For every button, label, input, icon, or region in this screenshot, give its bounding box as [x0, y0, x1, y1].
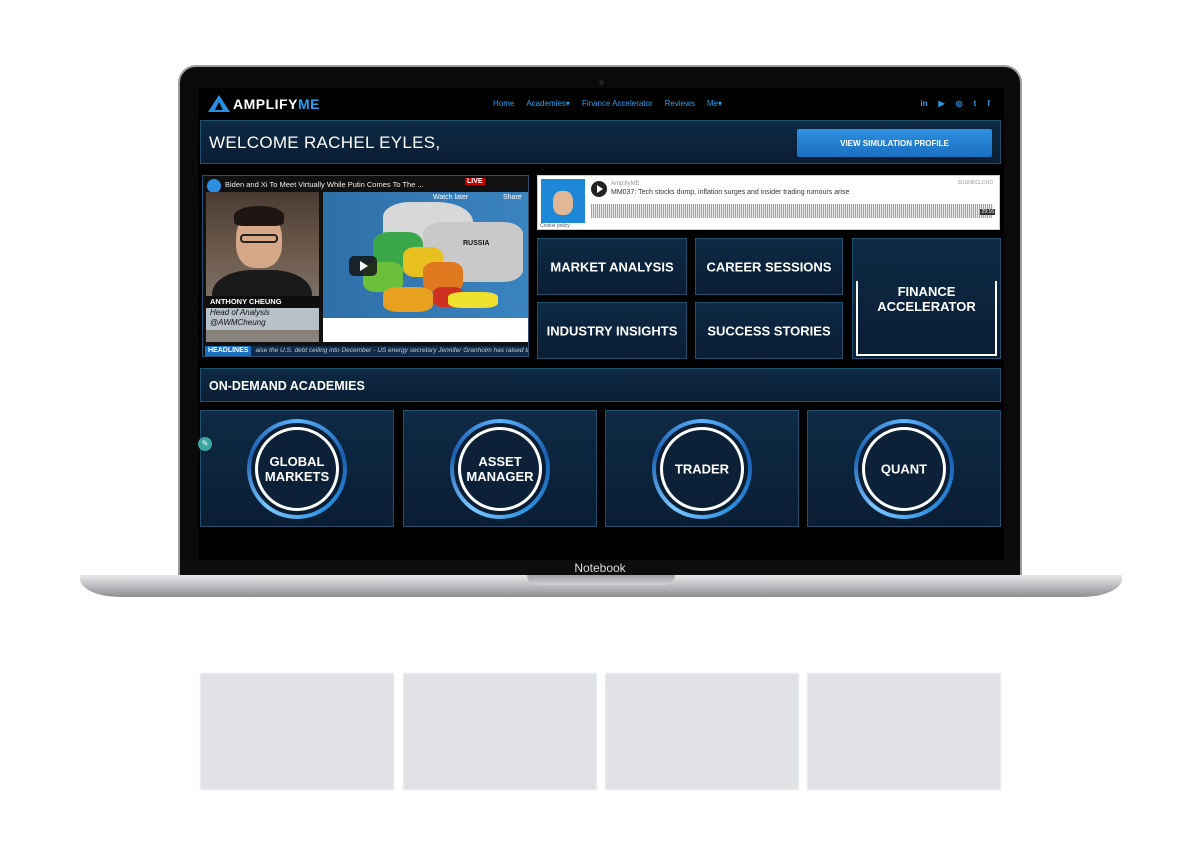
podcast-user[interactable]: AmplifyME	[611, 181, 640, 187]
tile-career-sessions[interactable]: CAREER SESSIONS	[695, 238, 843, 295]
laptop-chin: Notebook	[180, 560, 1020, 576]
academy-quant[interactable]: QUANT	[807, 410, 1001, 527]
video-title[interactable]: Biden and Xi To Meet Virtually While Put…	[225, 180, 424, 189]
logo-text: AMPLIFYME	[233, 95, 320, 112]
nav-academies[interactable]: Academies▾	[526, 99, 570, 108]
map-caption	[323, 318, 528, 342]
laptop-notch	[527, 575, 675, 585]
nav-reviews[interactable]: Reviews	[665, 99, 695, 108]
academy-label: ASSET MANAGER	[450, 454, 550, 484]
welcome-text: WELCOME RACHEL EYLES,	[209, 133, 441, 152]
headlines-ticker: HEADLINES aise the U.S. debt ceiling int…	[205, 346, 528, 356]
youtube-icon[interactable]: ▶	[939, 99, 945, 108]
academy-ring: TRADER	[652, 418, 752, 519]
presenter-role-title: Head of Analysis	[210, 308, 270, 317]
logo-triangle-icon	[208, 95, 230, 112]
tile-label-line1: FINANCE	[897, 284, 956, 299]
academy-ring: QUANT	[854, 418, 954, 519]
tile-label-line2: ACCELERATOR	[877, 299, 976, 314]
tile-industry-insights[interactable]: INDUSTRY INSIGHTS	[537, 302, 687, 359]
top-nav: AMPLIFYME Home Academies▾ Finance Accele…	[198, 88, 1004, 120]
tile-finance-accelerator[interactable]: FINANCE ACCELERATOR	[852, 238, 1001, 359]
logo[interactable]: AMPLIFYME	[208, 95, 320, 112]
reflection-tile	[403, 673, 597, 790]
reflection-tile	[605, 673, 799, 790]
tile-market-analysis[interactable]: MARKET ANALYSIS	[537, 238, 687, 295]
social-links: in ▶ ◎ t f	[920, 99, 990, 108]
soundcloud-player[interactable]: AmplifyME MM037: Tech stocks dump, infla…	[537, 175, 1000, 230]
reflection-inner	[198, 620, 1004, 850]
presenter-glasses	[240, 234, 278, 243]
on-demand-header: ON-DEMAND ACADEMIES	[200, 368, 1001, 402]
academy-label: GLOBAL MARKETS	[247, 454, 347, 484]
headlines-text: aise the U.S. debt ceiling into December…	[255, 347, 528, 354]
video-player[interactable]: Biden and Xi To Meet Virtually While Put…	[202, 175, 529, 357]
reflection-tile	[200, 673, 394, 790]
podcast-track-title[interactable]: MM037: Tech stocks dump, inflation surge…	[611, 189, 849, 196]
soundcloud-logo[interactable]: SOUNDCLOUD	[957, 180, 993, 186]
academy-label: QUANT	[854, 461, 954, 476]
laptop-reflection	[198, 620, 1004, 850]
map-region	[383, 287, 433, 312]
share-button[interactable]: Share	[503, 194, 522, 201]
screen: AMPLIFYME Home Academies▾ Finance Accele…	[198, 88, 1004, 560]
channel-avatar[interactable]	[207, 179, 221, 193]
academy-label-line1: ASSET	[478, 453, 522, 469]
view-simulation-profile-button[interactable]: VIEW SIMULATION PROFILE	[797, 129, 992, 157]
presenter-role: Head of Analysis @AWMCheung	[206, 308, 319, 330]
nav-finance-accelerator[interactable]: Finance Accelerator	[582, 99, 653, 108]
twitter-icon[interactable]: t	[974, 99, 977, 108]
live-badge: LIVE	[465, 178, 485, 185]
academy-ring: ASSET MANAGER	[450, 418, 550, 519]
presenter-handle: @AWMCheung	[210, 318, 266, 327]
nav-home[interactable]: Home	[493, 99, 514, 108]
facebook-icon[interactable]: f	[987, 99, 990, 108]
play-button[interactable]	[349, 256, 377, 276]
tile-label: INDUSTRY INSIGHTS	[546, 323, 678, 338]
tile-label: MARKET ANALYSIS	[550, 259, 674, 274]
headlines-tag: HEADLINES	[205, 346, 252, 356]
podcast-play-button[interactable]	[591, 181, 607, 197]
academy-label-line1: QUANT	[880, 461, 928, 476]
nav-me[interactable]: Me▾	[707, 99, 722, 108]
academy-label-line2: MARKETS	[264, 468, 330, 484]
tile-label: FINANCE ACCELERATOR	[853, 284, 1000, 314]
presenter-hair	[234, 206, 284, 226]
artwork-face	[553, 191, 573, 215]
map-label: RUSSIA	[463, 240, 490, 247]
podcast-artwork	[541, 179, 585, 223]
academy-label-line1: TRADER	[674, 461, 730, 476]
watch-later-button[interactable]: Watch later	[433, 194, 468, 201]
podcast-duration: 29:16	[980, 209, 995, 215]
instagram-icon[interactable]: ◎	[956, 99, 963, 108]
academy-asset-manager[interactable]: ASSET MANAGER	[403, 410, 597, 527]
map-region	[448, 292, 498, 308]
cookie-policy-link[interactable]: Cookie policy	[540, 223, 570, 229]
camera-icon	[599, 80, 604, 85]
linkedin-icon[interactable]: in	[920, 99, 927, 108]
tile-label: CAREER SESSIONS	[706, 259, 832, 274]
academy-global-markets[interactable]: GLOBAL MARKETS	[200, 410, 394, 527]
nav-links: Home Academies▾ Finance Accelerator Revi…	[493, 99, 722, 108]
academy-label: TRADER	[652, 461, 752, 476]
edit-pencil-icon[interactable]: ✎	[198, 437, 212, 451]
academy-trader[interactable]: TRADER	[605, 410, 799, 527]
welcome-banner: WELCOME RACHEL EYLES, VIEW SIMULATION PR…	[200, 120, 1001, 164]
academy-ring: GLOBAL MARKETS	[247, 418, 347, 519]
tile-success-stories[interactable]: SUCCESS STORIES	[695, 302, 843, 359]
section-title: ON-DEMAND ACADEMIES	[209, 379, 365, 393]
academy-label-line1: GLOBAL	[269, 453, 325, 469]
presenter-name: ANTHONY CHEUNG	[206, 296, 319, 308]
academy-label-line2: MANAGER	[466, 468, 534, 484]
tile-label: SUCCESS STORIES	[707, 323, 831, 338]
waveform[interactable]	[591, 204, 993, 218]
reflection-tile	[807, 673, 1001, 790]
